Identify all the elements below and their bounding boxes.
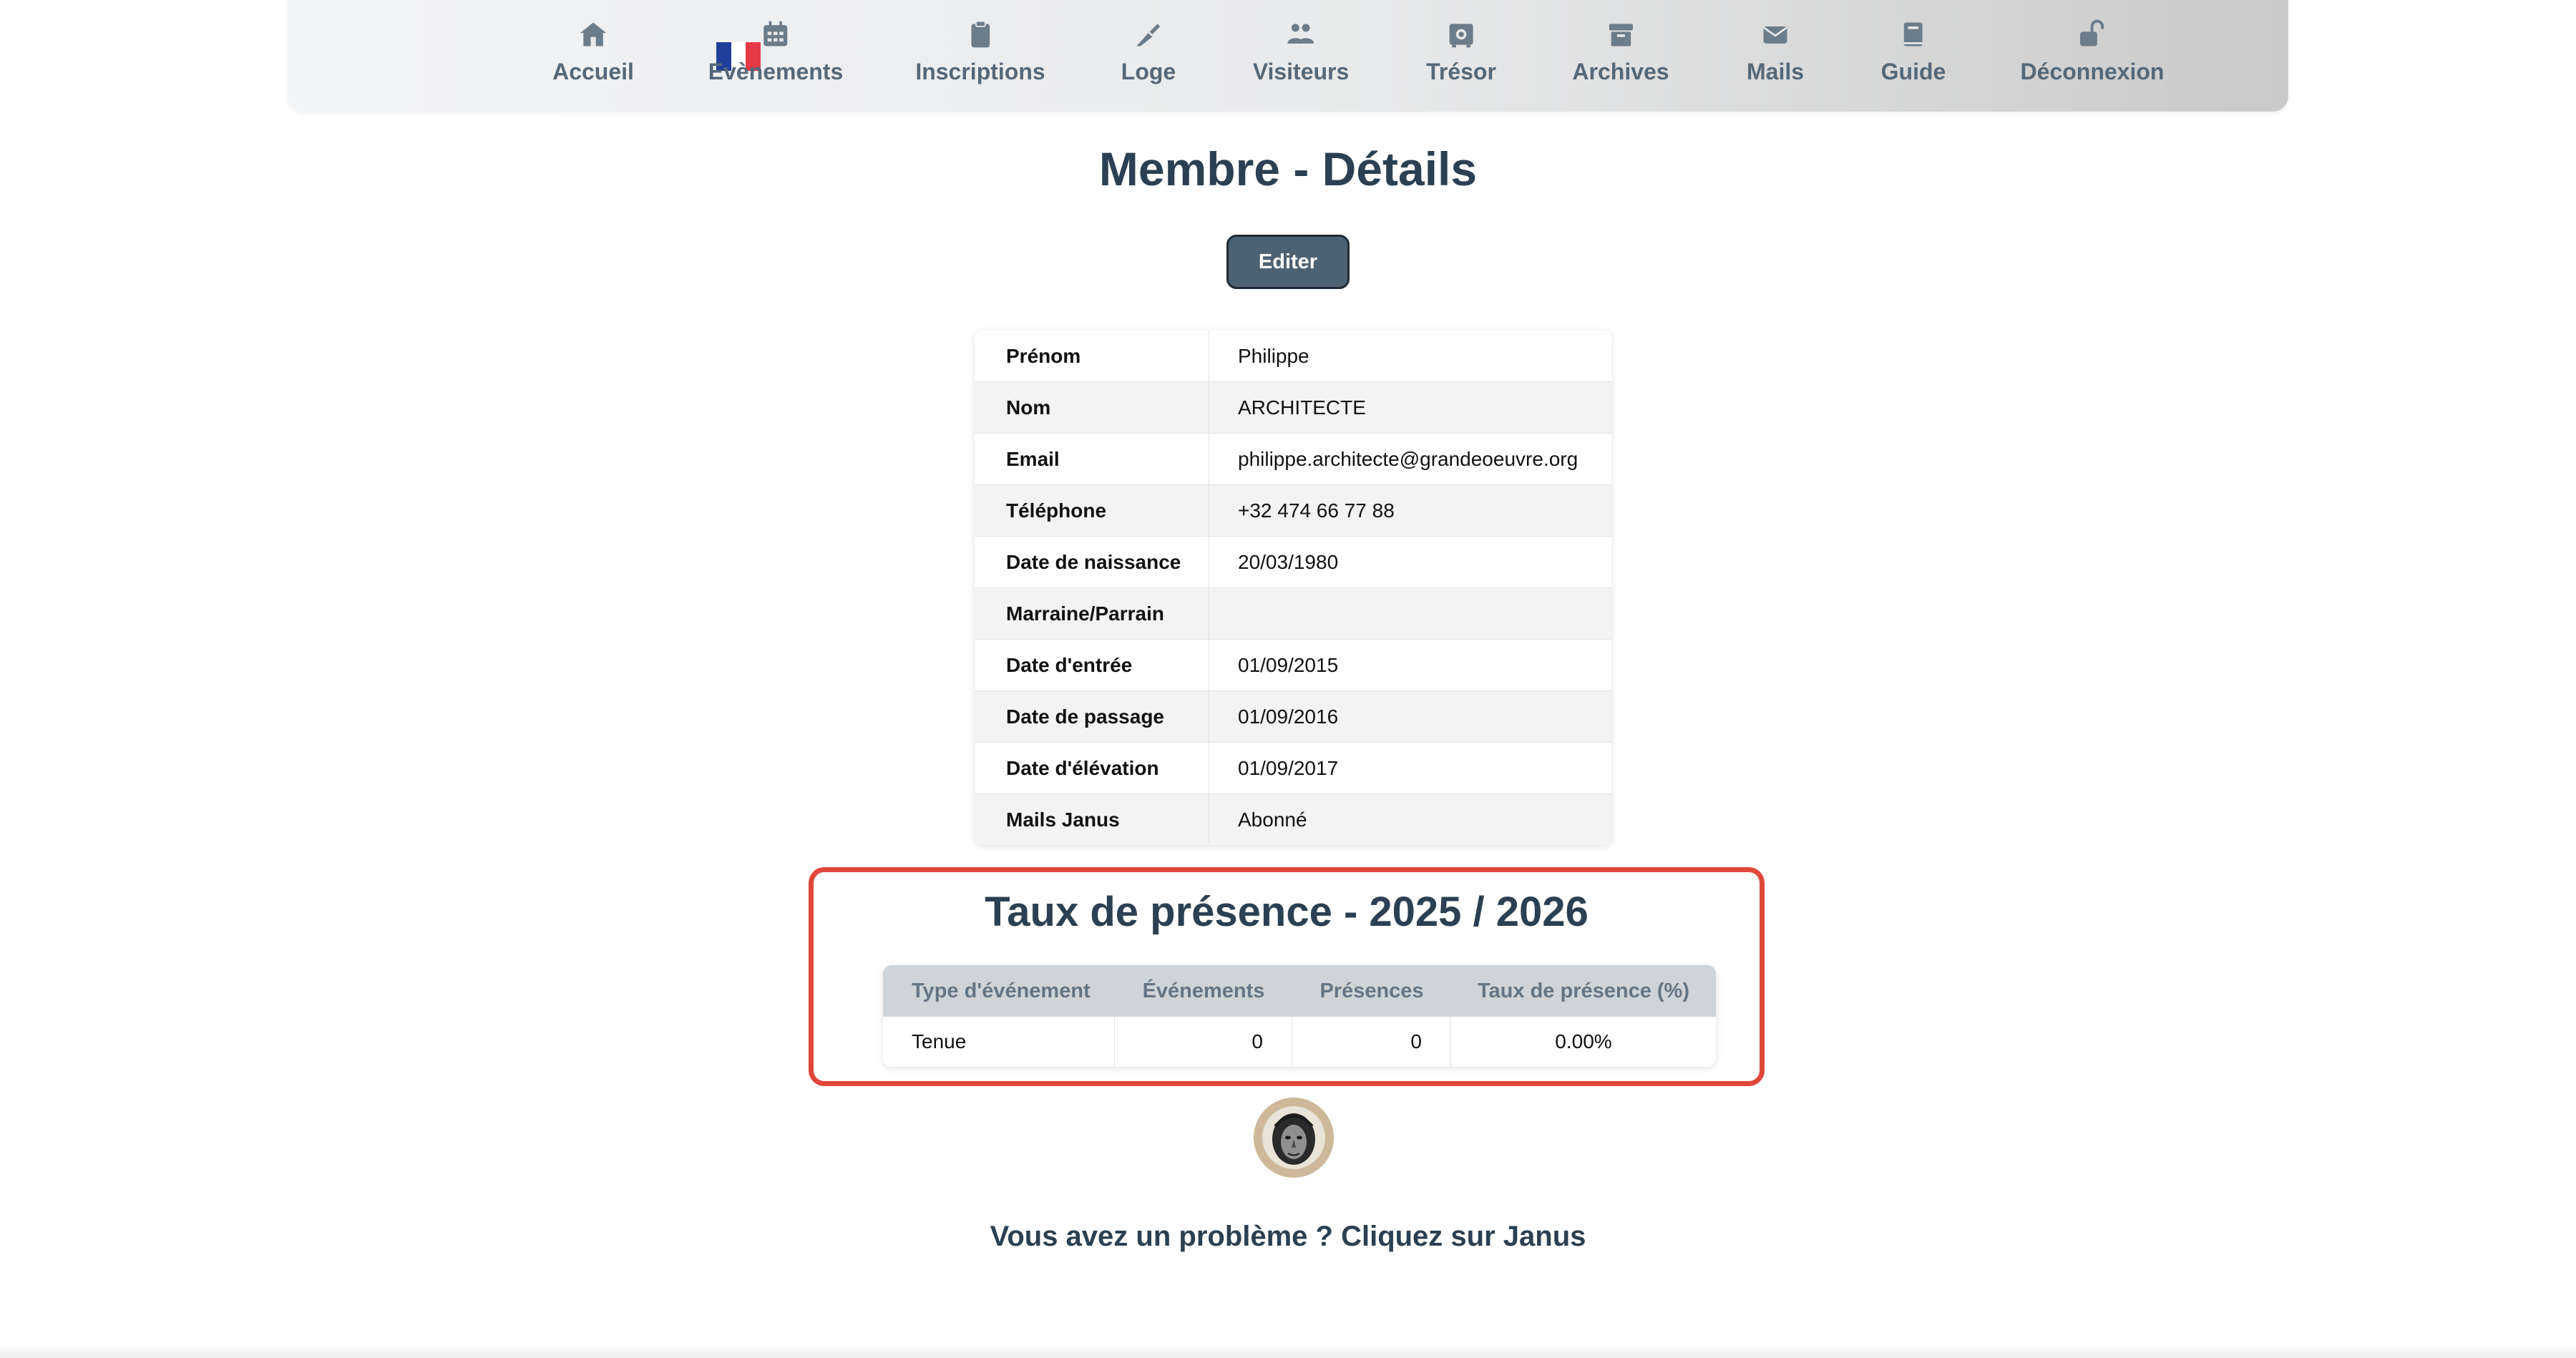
page-bottom-edge: [0, 1345, 2576, 1358]
details-value: 01/09/2015: [1238, 653, 1339, 676]
details-value: 20/03/1980: [1238, 550, 1339, 573]
column-header-events[interactable]: Événements: [1115, 965, 1292, 1017]
trowel-icon: [1136, 24, 1161, 47]
calendar-icon: [763, 21, 788, 47]
nav-label-loge: Loge: [1121, 59, 1176, 84]
home-icon: [580, 22, 607, 47]
details-label: Date de naissance: [975, 537, 1209, 587]
safe-icon: [1449, 24, 1473, 48]
nav-item-archives[interactable]: Archives: [1572, 19, 1669, 90]
cell-event-type: Tenue: [883, 1017, 1115, 1067]
nav-item-evenements[interactable]: Evènements: [708, 19, 844, 90]
nav-label-accueil: Accueil: [552, 59, 634, 84]
nav-label-mails: Mails: [1746, 59, 1805, 84]
column-header-type[interactable]: Type d'événement: [883, 965, 1115, 1017]
nav-label-inscriptions: Inscriptions: [915, 59, 1045, 84]
nav-item-mails[interactable]: Mails: [1747, 19, 1804, 90]
details-value: philippe.architecte@grandeoeuvre.org: [1238, 447, 1579, 470]
nav-label-tresor: Trésor: [1426, 59, 1496, 84]
envelope-icon: [1763, 26, 1787, 44]
nav-item-inscriptions[interactable]: Inscriptions: [915, 19, 1045, 90]
details-value: Philippe: [1238, 344, 1309, 367]
column-header-rate[interactable]: Taux de présence (%): [1451, 965, 1716, 1017]
top-navbar: Accueil Evènements Inscriptions Loge Vis…: [288, 0, 2288, 112]
nav-label-evenements: Evènements: [708, 59, 844, 84]
details-value: Abonné: [1238, 808, 1307, 831]
column-header-presences[interactable]: Présences: [1292, 965, 1451, 1017]
nav-item-guide[interactable]: Guide: [1881, 19, 1946, 90]
cell-attendance-rate: 0.00%: [1555, 1030, 1612, 1052]
janus-logo-drawing: [1254, 1098, 1334, 1178]
details-label: Date d'entrée: [975, 640, 1209, 690]
details-value: ARCHITECTE: [1238, 396, 1366, 419]
details-label: Marraine/Parrain: [975, 588, 1209, 639]
details-row-elevation: Date d'élévation 01/09/2017: [975, 743, 1611, 794]
users-icon: [1287, 24, 1314, 44]
details-row-passage: Date de passage 01/09/2016: [975, 691, 1611, 743]
cell-events-count: 0: [1115, 1017, 1292, 1067]
unlock-icon: [2080, 19, 2104, 47]
page-title: Membre - Détails: [1098, 142, 1478, 195]
member-details-table: Prénom Philippe Nom ARCHITECTE Email phi…: [975, 331, 1611, 845]
nav-label-archives: Archives: [1572, 59, 1669, 84]
details-label: Prénom: [975, 331, 1209, 381]
details-value: 01/09/2016: [1238, 705, 1339, 728]
nav-item-loge[interactable]: Loge: [1121, 19, 1176, 90]
details-row-prenom: Prénom Philippe: [975, 331, 1611, 382]
edit-button[interactable]: Editer: [1226, 235, 1350, 289]
attendance-table: Type d'événement Événements Présences Ta…: [883, 965, 1716, 1067]
help-link[interactable]: Vous avez un problème ? Cliquez sur Janu…: [0, 1221, 2576, 1253]
details-label: Mails Janus: [975, 794, 1209, 845]
nav-item-accueil[interactable]: Accueil: [552, 19, 634, 90]
details-label: Email: [975, 434, 1209, 484]
nav-label-guide: Guide: [1880, 59, 1946, 84]
details-value: 01/09/2017: [1238, 756, 1339, 779]
nav-label-visiteurs: Visiteurs: [1252, 59, 1350, 84]
details-row-email: Email philippe.architecte@grandeoeuvre.o…: [975, 434, 1611, 485]
details-row-naissance: Date de naissance 20/03/1980: [975, 537, 1611, 588]
details-label: Date d'élévation: [975, 743, 1209, 793]
details-row-mails-janus: Mails Janus Abonné: [975, 794, 1611, 845]
details-label: Téléphone: [975, 485, 1209, 536]
details-row-parrain: Marraine/Parrain: [975, 588, 1611, 640]
details-row-entree: Date d'entrée 01/09/2015: [975, 640, 1611, 691]
attendance-title: Taux de présence - 2025 / 2026: [985, 889, 1589, 935]
details-label: Date de passage: [975, 691, 1209, 742]
janus-head-icon[interactable]: [1254, 1098, 1334, 1178]
table-row: Tenue 0 0 0.00%: [883, 1017, 1716, 1067]
nav-item-tresor[interactable]: Trésor: [1426, 19, 1496, 90]
cell-presences-count: 0: [1292, 1017, 1451, 1067]
clipboard-icon: [971, 20, 990, 48]
attendance-section: Taux de présence - 2025 / 2026 Type d'év…: [809, 867, 1765, 1086]
attendance-header-row: Type d'événement Événements Présences Ta…: [883, 965, 1716, 1017]
details-row-nom: Nom ARCHITECTE: [975, 382, 1611, 434]
details-row-telephone: Téléphone +32 474 66 77 88: [975, 485, 1611, 537]
nav-label-deconnexion: Déconnexion: [2020, 59, 2165, 84]
book-icon: [1904, 22, 1923, 47]
nav-item-visiteurs[interactable]: Visiteurs: [1252, 19, 1350, 90]
archive-box-icon: [1609, 24, 1633, 47]
nav-item-deconnexion[interactable]: Déconnexion: [2020, 19, 2165, 90]
details-label: Nom: [975, 382, 1209, 433]
details-value: +32 474 66 77 88: [1238, 499, 1395, 522]
